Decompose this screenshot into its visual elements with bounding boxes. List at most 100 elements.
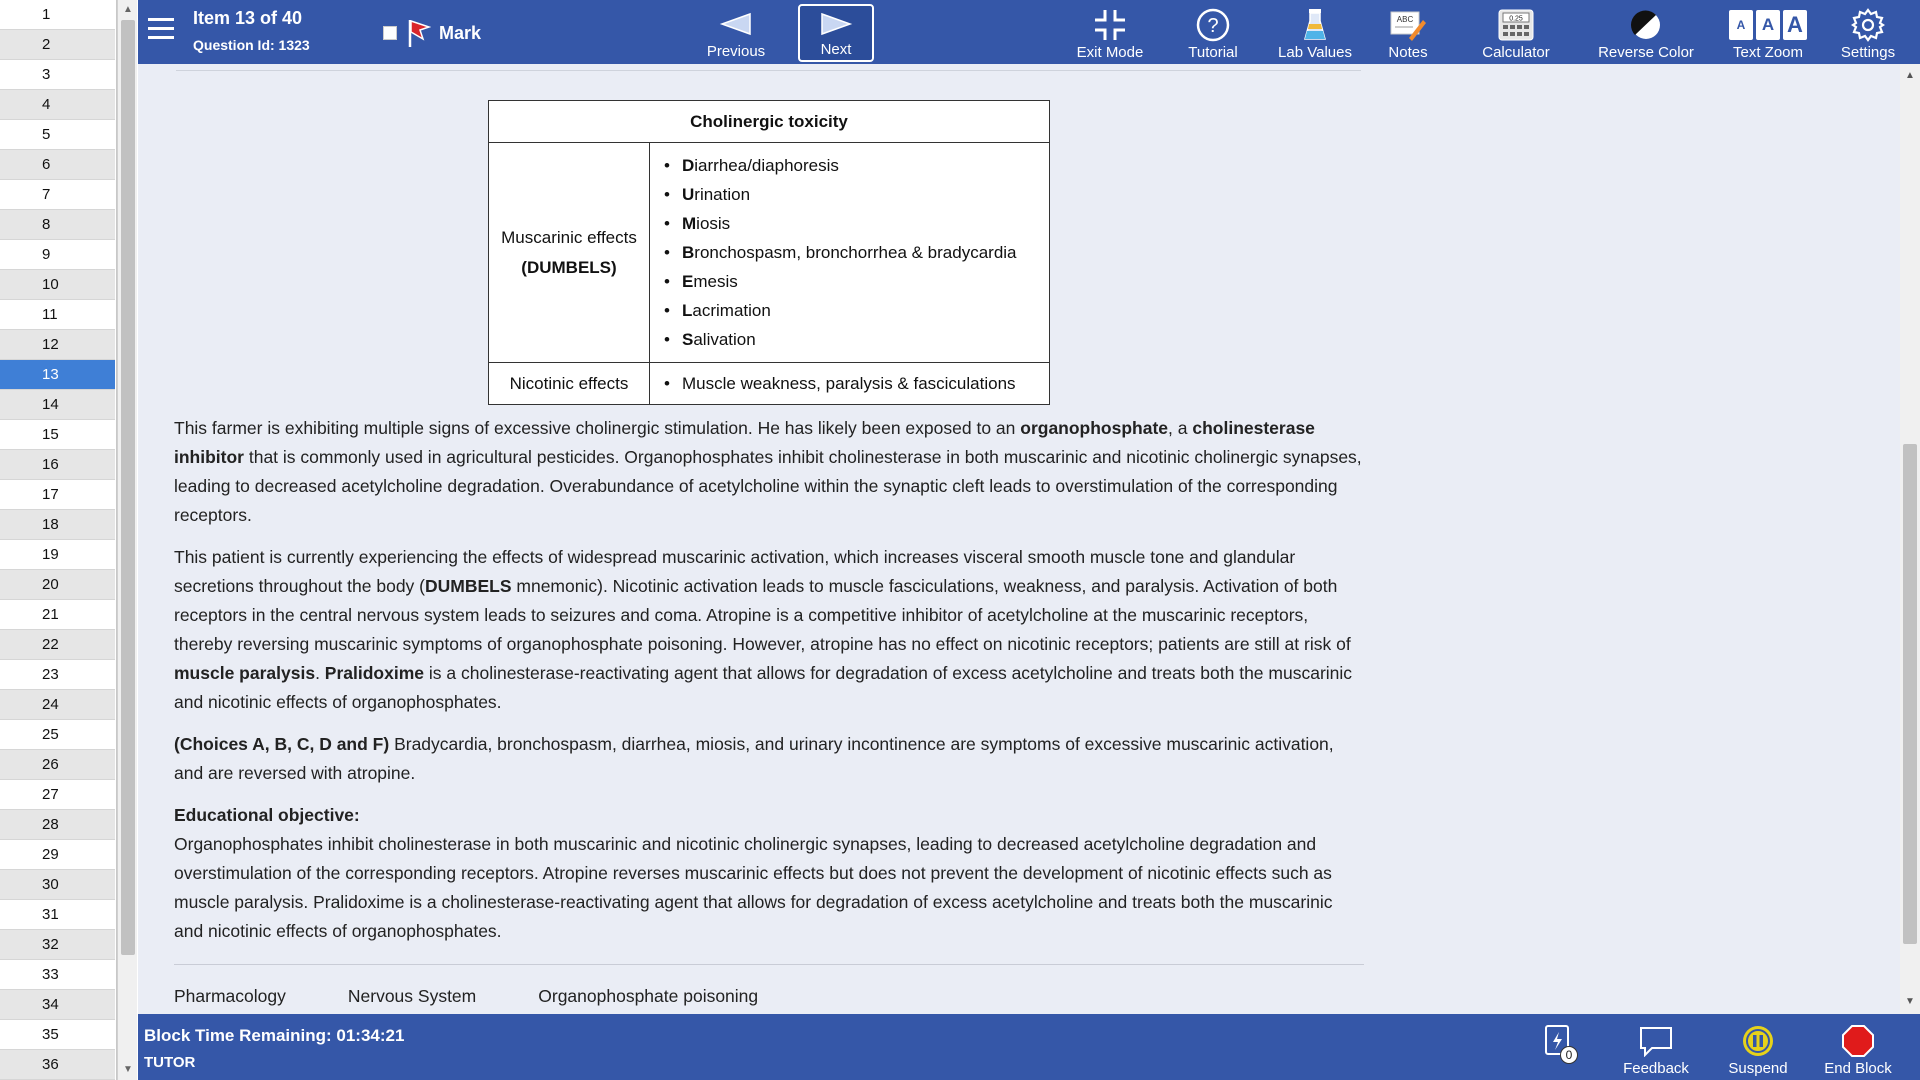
body-text: . <box>315 663 325 683</box>
lab-values-button[interactable]: Lab Values <box>1270 6 1360 61</box>
question-list-item[interactable]: 21 <box>0 600 115 630</box>
question-list-item[interactable]: 30 <box>0 870 115 900</box>
content-scrollbar[interactable]: ▲ ▼ <box>1900 64 1920 1014</box>
previous-button[interactable]: Previous <box>698 4 774 62</box>
muscarinic-row: Muscarinic effects (DUMBELS) Diarrhea/di… <box>488 142 1050 363</box>
scroll-down-icon[interactable]: ▼ <box>122 1064 134 1076</box>
end-block-button[interactable]: End Block <box>1818 1024 1898 1077</box>
mnemonic-letter: L <box>682 301 693 320</box>
list-item: Miosis <box>660 209 1041 238</box>
question-list-item[interactable]: 11 <box>0 300 115 330</box>
nicotinic-label: Nicotinic effects <box>488 362 650 405</box>
question-list-item[interactable]: 36 <box>0 1050 115 1080</box>
muscarinic-items-cell: Diarrhea/diaphoresisUrinationMiosisBronc… <box>649 142 1050 363</box>
question-list-scrollbar[interactable]: ▲ ▼ <box>117 0 137 1080</box>
tag-topic: Organophosphate poisoning <box>538 986 759 1006</box>
next-button[interactable]: Next <box>798 4 874 62</box>
muscarinic-list: Diarrhea/diaphoresisUrinationMiosisBronc… <box>660 151 1041 354</box>
text-zoom-medium-icon: A <box>1756 10 1780 40</box>
list-item-text: rination <box>694 185 751 204</box>
question-list-item[interactable]: 14 <box>0 390 115 420</box>
question-list-item[interactable]: 17 <box>0 480 115 510</box>
explanation-paragraph-1: This farmer is exhibiting multiple signs… <box>174 414 1364 530</box>
question-list-item[interactable]: 19 <box>0 540 115 570</box>
reverse-color-button[interactable]: Reverse Color <box>1586 6 1706 61</box>
question-list-item[interactable]: 9 <box>0 240 115 270</box>
text-zoom-button[interactable]: A A A Text Zoom <box>1718 6 1818 61</box>
question-list-item[interactable]: 13 <box>0 360 115 390</box>
question-list-item[interactable]: 7 <box>0 180 115 210</box>
contrast-icon <box>1631 10 1660 39</box>
calculator-button[interactable]: 0.25 Calculator <box>1474 6 1558 61</box>
question-list-item[interactable]: 26 <box>0 750 115 780</box>
question-list-item[interactable]: 18 <box>0 510 115 540</box>
question-list: 1 2 3 4 5 6 7 8 9 10 11 12 13 14 15 16 17 18 19 20 21 22 23 24 2… <box>0 0 137 1080</box>
question-list-item[interactable]: 3 <box>0 60 115 90</box>
question-list-item[interactable]: 35 <box>0 1020 115 1050</box>
question-list-item[interactable]: 16 <box>0 450 115 480</box>
feedback-button[interactable]: Feedback <box>1616 1024 1696 1077</box>
list-item-text: mesis <box>693 272 738 291</box>
question-list-item[interactable]: 25 <box>0 720 115 750</box>
question-list-item[interactable]: 4 <box>0 90 115 120</box>
flashcard-button[interactable]: 0 <box>1538 1024 1578 1064</box>
question-list-item[interactable]: 28 <box>0 810 115 840</box>
question-list-item[interactable]: 5 <box>0 120 115 150</box>
text-zoom-small-icon: A <box>1729 10 1753 40</box>
question-list-item[interactable]: 20 <box>0 570 115 600</box>
table-header-row: Cholinergic toxicity <box>488 100 1050 143</box>
notes-label: Notes <box>1388 44 1428 61</box>
text-zoom-large-icon: A <box>1783 10 1807 40</box>
menu-icon[interactable] <box>148 18 174 40</box>
question-list-item[interactable]: 29 <box>0 840 115 870</box>
calculator-label: Calculator <box>1482 44 1550 61</box>
lab-values-label: Lab Values <box>1278 44 1352 61</box>
notes-button[interactable]: ABC Notes <box>1378 6 1438 61</box>
question-list-item[interactable]: 34 <box>0 990 115 1020</box>
question-list-scroll-thumb[interactable] <box>121 20 135 955</box>
tutorial-label: Tutorial <box>1188 44 1238 61</box>
exit-mode-label: Exit Mode <box>1076 44 1144 61</box>
exit-mode-button[interactable]: Exit Mode <box>1070 6 1150 61</box>
content-scroll-up-icon[interactable]: ▲ <box>1904 70 1916 81</box>
question-list-item[interactable]: 31 <box>0 900 115 930</box>
question-list-item[interactable]: 2 <box>0 30 115 60</box>
settings-button[interactable]: Settings <box>1828 6 1908 61</box>
content-scroll-thumb[interactable] <box>1903 444 1917 944</box>
content-scroll-down-icon[interactable]: ▼ <box>1904 996 1916 1007</box>
feedback-icon <box>1640 1027 1672 1057</box>
tags-divider <box>174 964 1364 965</box>
list-item: Diarrhea/diaphoresis <box>660 151 1041 180</box>
question-list-item[interactable]: 1 <box>0 0 115 30</box>
list-item: Muscle weakness, paralysis & fasciculati… <box>660 369 1041 398</box>
bottom-toolbar: Block Time Remaining: 01:34:21 TUTOR 0 F… <box>138 1014 1920 1080</box>
scroll-up-icon[interactable]: ▲ <box>122 4 134 16</box>
question-list-item[interactable]: 6 <box>0 150 115 180</box>
mark-toggle[interactable]: Mark <box>383 18 481 48</box>
cholinergic-toxicity-table: Cholinergic toxicity Muscarinic effects … <box>488 100 1050 405</box>
question-list-item[interactable]: 32 <box>0 930 115 960</box>
explanation-paragraph-3: (Choices A, B, C, D and F) Bradycardia, … <box>174 730 1364 788</box>
mark-checkbox[interactable] <box>383 26 397 40</box>
suspend-button[interactable]: Suspend <box>1718 1024 1798 1077</box>
question-list-item[interactable]: 27 <box>0 780 115 810</box>
tutorial-button[interactable]: ? Tutorial <box>1176 6 1250 61</box>
question-list-item[interactable]: 22 <box>0 630 115 660</box>
question-list-item[interactable]: 12 <box>0 330 115 360</box>
stop-icon <box>1842 1025 1874 1057</box>
muscarinic-label-cell: Muscarinic effects (DUMBELS) <box>488 142 650 363</box>
mnemonic-letter: M <box>682 214 697 233</box>
question-list-item[interactable]: 10 <box>0 270 115 300</box>
question-list-item[interactable]: 23 <box>0 660 115 690</box>
explanation-panel: Cholinergic toxicity Muscarinic effects … <box>138 64 1900 1014</box>
list-item: Salivation <box>660 325 1041 354</box>
question-list-item[interactable]: 8 <box>0 210 115 240</box>
question-list-item[interactable]: 24 <box>0 690 115 720</box>
list-item-text: iarrhea/diaphoresis <box>694 156 839 175</box>
question-list-item[interactable]: 33 <box>0 960 115 990</box>
flashcard-count-badge: 0 <box>1560 1046 1578 1064</box>
emphasis-text: DUMBELS <box>425 576 512 596</box>
question-list-item[interactable]: 15 <box>0 420 115 450</box>
list-item: Bronchospasm, bronchorrhea & bradycardia <box>660 238 1041 267</box>
arrow-right-icon <box>821 12 853 36</box>
